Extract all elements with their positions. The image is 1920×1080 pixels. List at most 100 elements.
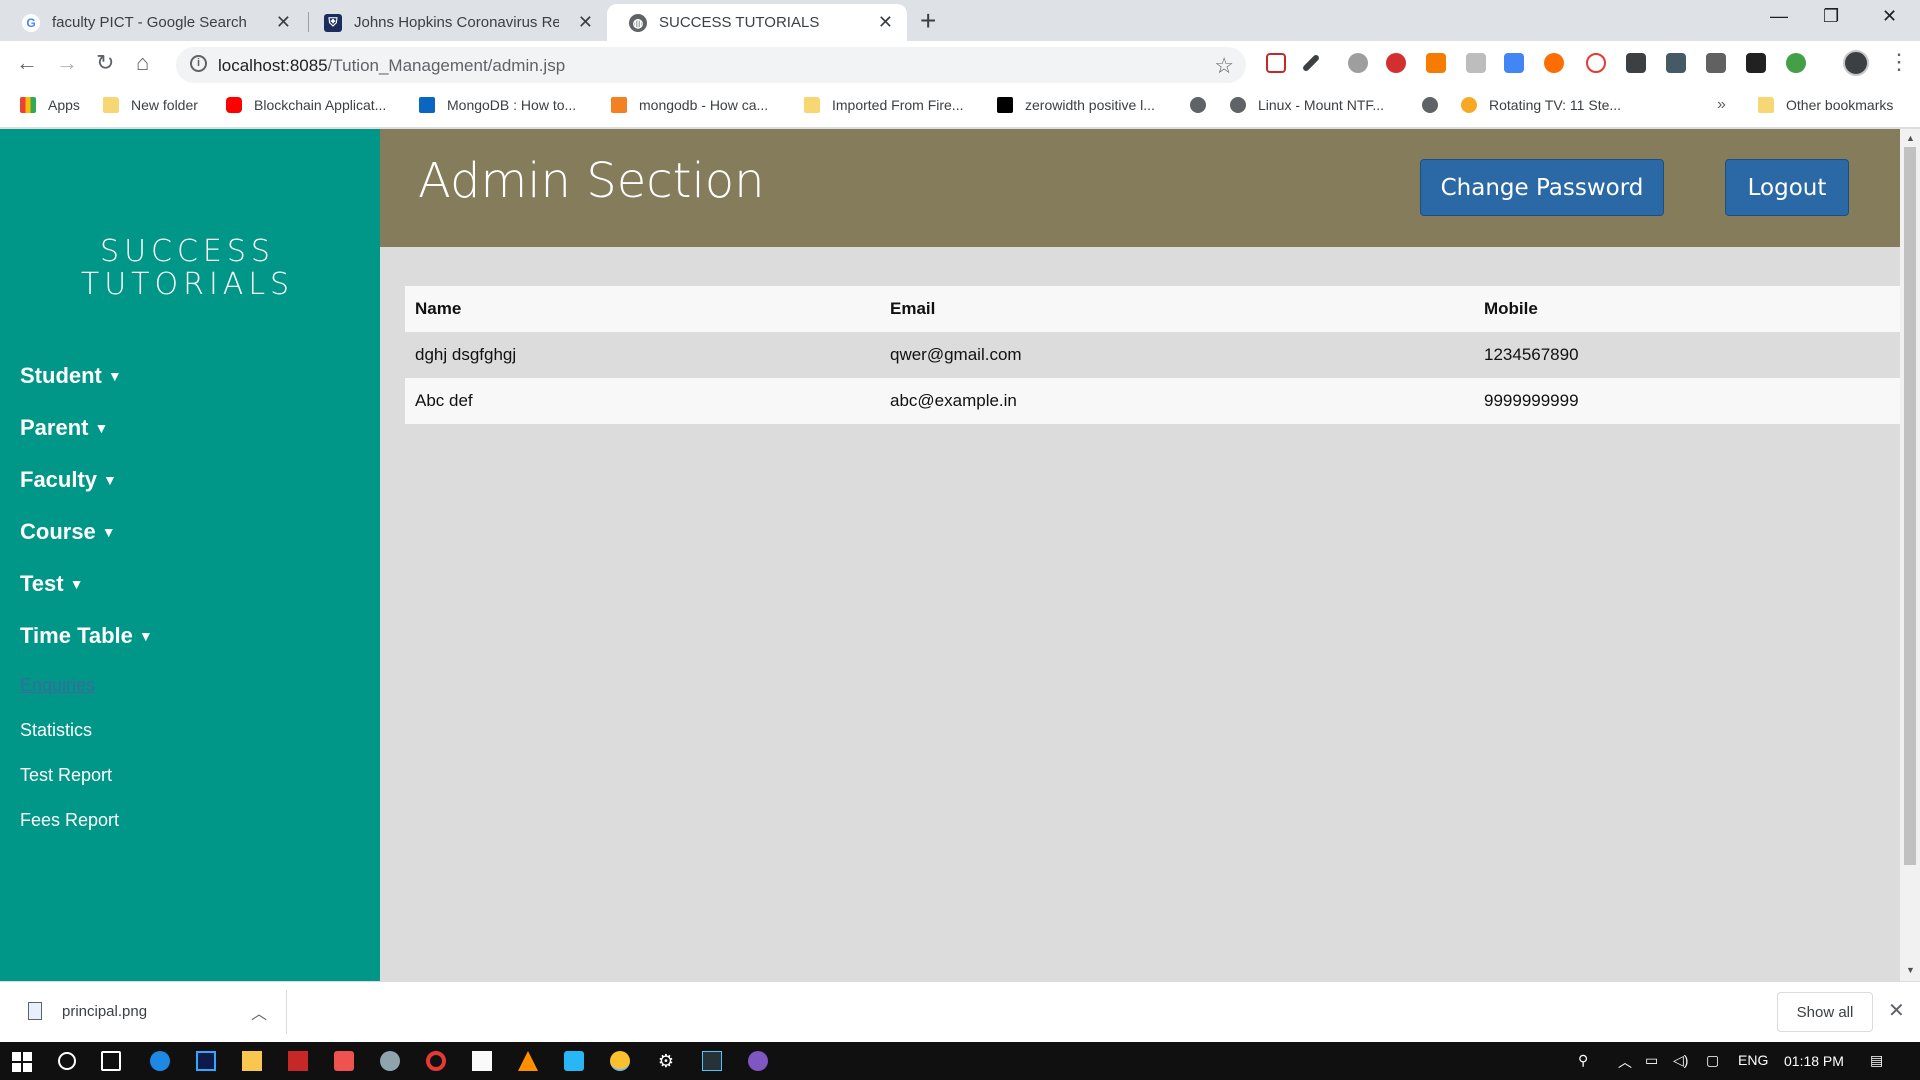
minimize-button[interactable]: — xyxy=(1770,6,1788,27)
chrome-menu-icon[interactable]: ⋮ xyxy=(1888,49,1910,75)
address-bar[interactable]: i localhost:8085/Tution_Management/admin… xyxy=(176,47,1246,83)
close-tab-icon[interactable]: ✕ xyxy=(578,12,593,33)
edge-icon[interactable] xyxy=(150,1051,170,1071)
menu-time-table[interactable]: Time Table ▼ xyxy=(20,623,153,649)
bookmark-rotating-tv[interactable]: Rotating TV: 11 Ste... xyxy=(1461,97,1621,113)
menu-course[interactable]: Course ▼ xyxy=(20,519,116,545)
menu-test[interactable]: Test ▼ xyxy=(20,571,83,597)
close-tab-icon[interactable]: ✕ xyxy=(878,12,893,33)
chevron-up-icon[interactable]: ︿ xyxy=(251,1000,267,1024)
battery-icon[interactable]: ▭ xyxy=(1645,1052,1658,1069)
app-icon[interactable] xyxy=(748,1051,768,1071)
new-tab-button[interactable]: + xyxy=(920,6,936,36)
photoshop-icon[interactable] xyxy=(196,1051,216,1071)
bookmark-zerowidth[interactable]: zerowidth positive l... xyxy=(997,97,1155,113)
pen-extension-icon[interactable] xyxy=(1301,53,1321,73)
cortana-search-icon[interactable] xyxy=(58,1052,76,1070)
menu-student[interactable]: Student ▼ xyxy=(20,363,122,389)
gear-extension-icon[interactable] xyxy=(1348,53,1368,73)
url-text[interactable]: localhost:8085/Tution_Management/admin.j… xyxy=(218,56,565,76)
link-test-report[interactable]: Test Report xyxy=(20,765,112,786)
reload-button[interactable]: ↻ xyxy=(96,50,114,76)
adblock-extension-icon[interactable] xyxy=(1386,53,1406,73)
notifications-icon[interactable]: ▤ xyxy=(1870,1052,1883,1069)
page-scrollbar[interactable]: ▲ ▼ xyxy=(1900,129,1920,981)
network-icon[interactable]: ▢ xyxy=(1706,1052,1719,1069)
bookmark-new-folder[interactable]: New folder xyxy=(103,97,198,113)
info-icon[interactable]: i xyxy=(190,55,207,72)
tab-faculty-search[interactable]: G faculty PICT - Google Search ✕ xyxy=(0,4,305,41)
camera-extension-icon[interactable] xyxy=(1466,53,1486,73)
cell-email: qwer@gmail.com xyxy=(890,345,1022,364)
list-extension-icon[interactable] xyxy=(1706,53,1726,73)
system-clock[interactable]: 01:18 PM xyxy=(1784,1053,1844,1069)
volume-icon[interactable]: ◁) xyxy=(1673,1052,1688,1069)
bookmarks-overflow-button[interactable]: » xyxy=(1717,96,1726,114)
caret-down-icon: ▼ xyxy=(69,576,84,592)
bookmark-mongodb-how-ca[interactable]: mongodb - How ca... xyxy=(611,97,768,113)
show-all-button[interactable]: Show all xyxy=(1777,992,1873,1032)
close-window-button[interactable]: ✕ xyxy=(1882,6,1897,27)
chrome-taskbar-icon[interactable] xyxy=(610,1051,630,1071)
task-view-icon[interactable] xyxy=(101,1051,121,1071)
settings-gear-icon[interactable]: ⚙ xyxy=(656,1051,676,1071)
translate-extension-icon[interactable] xyxy=(1504,53,1524,73)
bookmark-globe-2[interactable] xyxy=(1422,97,1438,113)
pocket-extension-icon[interactable] xyxy=(1266,53,1286,73)
bookmark-linux-mount[interactable]: Linux - Mount NTF... xyxy=(1230,97,1384,113)
play-extension-icon[interactable] xyxy=(1586,53,1606,73)
windows-start-icon[interactable] xyxy=(12,1052,32,1072)
people-icon[interactable]: ⚲ xyxy=(1578,1052,1588,1069)
maximize-button[interactable]: ❐ xyxy=(1823,6,1839,27)
home-button[interactable]: ⌂ xyxy=(136,50,149,76)
globe-extension-icon[interactable] xyxy=(1786,53,1806,73)
bookmark-mongodb-how-to[interactable]: MongoDB : How to... xyxy=(419,97,576,113)
vlc-icon[interactable] xyxy=(518,1051,538,1071)
download-item[interactable]: principal.png xyxy=(28,1002,147,1020)
logout-button[interactable]: Logout xyxy=(1725,159,1849,216)
brand-line-2: TUTORIALS xyxy=(80,267,295,302)
bookmark-blockchain[interactable]: Blockchain Applicat... xyxy=(226,97,386,113)
file-explorer-icon[interactable] xyxy=(242,1051,262,1071)
close-download-shelf-icon[interactable]: ✕ xyxy=(1888,998,1905,1023)
input-language[interactable]: ENG xyxy=(1738,1052,1768,1068)
scroll-down-arrow-icon[interactable]: ▼ xyxy=(1906,965,1915,975)
pdf-reader-icon[interactable] xyxy=(334,1051,354,1071)
bookmark-label: New folder xyxy=(131,97,198,113)
metamask-extension-icon[interactable] xyxy=(1426,53,1446,73)
mcafee-icon[interactable] xyxy=(288,1051,308,1071)
bookmark-star-icon[interactable]: ☆ xyxy=(1214,53,1234,79)
terminal-taskbar-icon[interactable] xyxy=(702,1051,722,1071)
menu-label: Parent xyxy=(20,415,89,440)
link-statistics[interactable]: Statistics xyxy=(20,720,92,741)
tab-success-tutorials[interactable]: ◍ SUCCESS TUTORIALS ✕ xyxy=(607,4,907,41)
app-icon[interactable] xyxy=(564,1051,584,1071)
s-extension-icon[interactable] xyxy=(1666,53,1686,73)
scrollbar-thumb[interactable] xyxy=(1904,147,1916,865)
forward-button[interactable]: → xyxy=(56,50,78,76)
bookmark-globe[interactable] xyxy=(1190,97,1206,113)
chevron-up-icon[interactable]: ︿ xyxy=(1618,1052,1632,1072)
bookmark-imported-from-firefox[interactable]: Imported From Fire... xyxy=(804,97,963,113)
close-tab-icon[interactable]: ✕ xyxy=(276,12,291,33)
bookmark-apps[interactable]: Apps xyxy=(20,97,80,113)
scroll-up-arrow-icon[interactable]: ▲ xyxy=(1906,133,1915,143)
menu-faculty[interactable]: Faculty ▼ xyxy=(20,467,117,493)
bookmark-label: Blockchain Applicat... xyxy=(254,97,387,113)
back-button[interactable]: ← xyxy=(16,50,38,76)
notepad-icon[interactable] xyxy=(472,1051,492,1071)
opera-icon[interactable] xyxy=(426,1051,446,1071)
profile-avatar[interactable] xyxy=(1843,50,1869,76)
change-password-button[interactable]: Change Password xyxy=(1420,159,1664,216)
selenium-extension-icon[interactable] xyxy=(1626,53,1646,73)
tab-johns-hopkins[interactable]: ⛨ Johns Hopkins Coronavirus Reso ✕ xyxy=(302,4,607,41)
other-bookmarks[interactable]: Other bookmarks xyxy=(1758,97,1893,113)
menu-parent[interactable]: Parent ▼ xyxy=(20,415,108,441)
r-extension-icon[interactable] xyxy=(1746,53,1766,73)
spark-icon[interactable] xyxy=(380,1051,400,1071)
tab-title: SUCCESS TUTORIALS xyxy=(659,14,820,31)
link-enquiries[interactable]: Enquiries xyxy=(20,675,95,696)
weather-extension-icon[interactable] xyxy=(1544,53,1564,73)
page-title: Admin Section xyxy=(418,153,765,209)
link-fees-report[interactable]: Fees Report xyxy=(20,810,119,831)
